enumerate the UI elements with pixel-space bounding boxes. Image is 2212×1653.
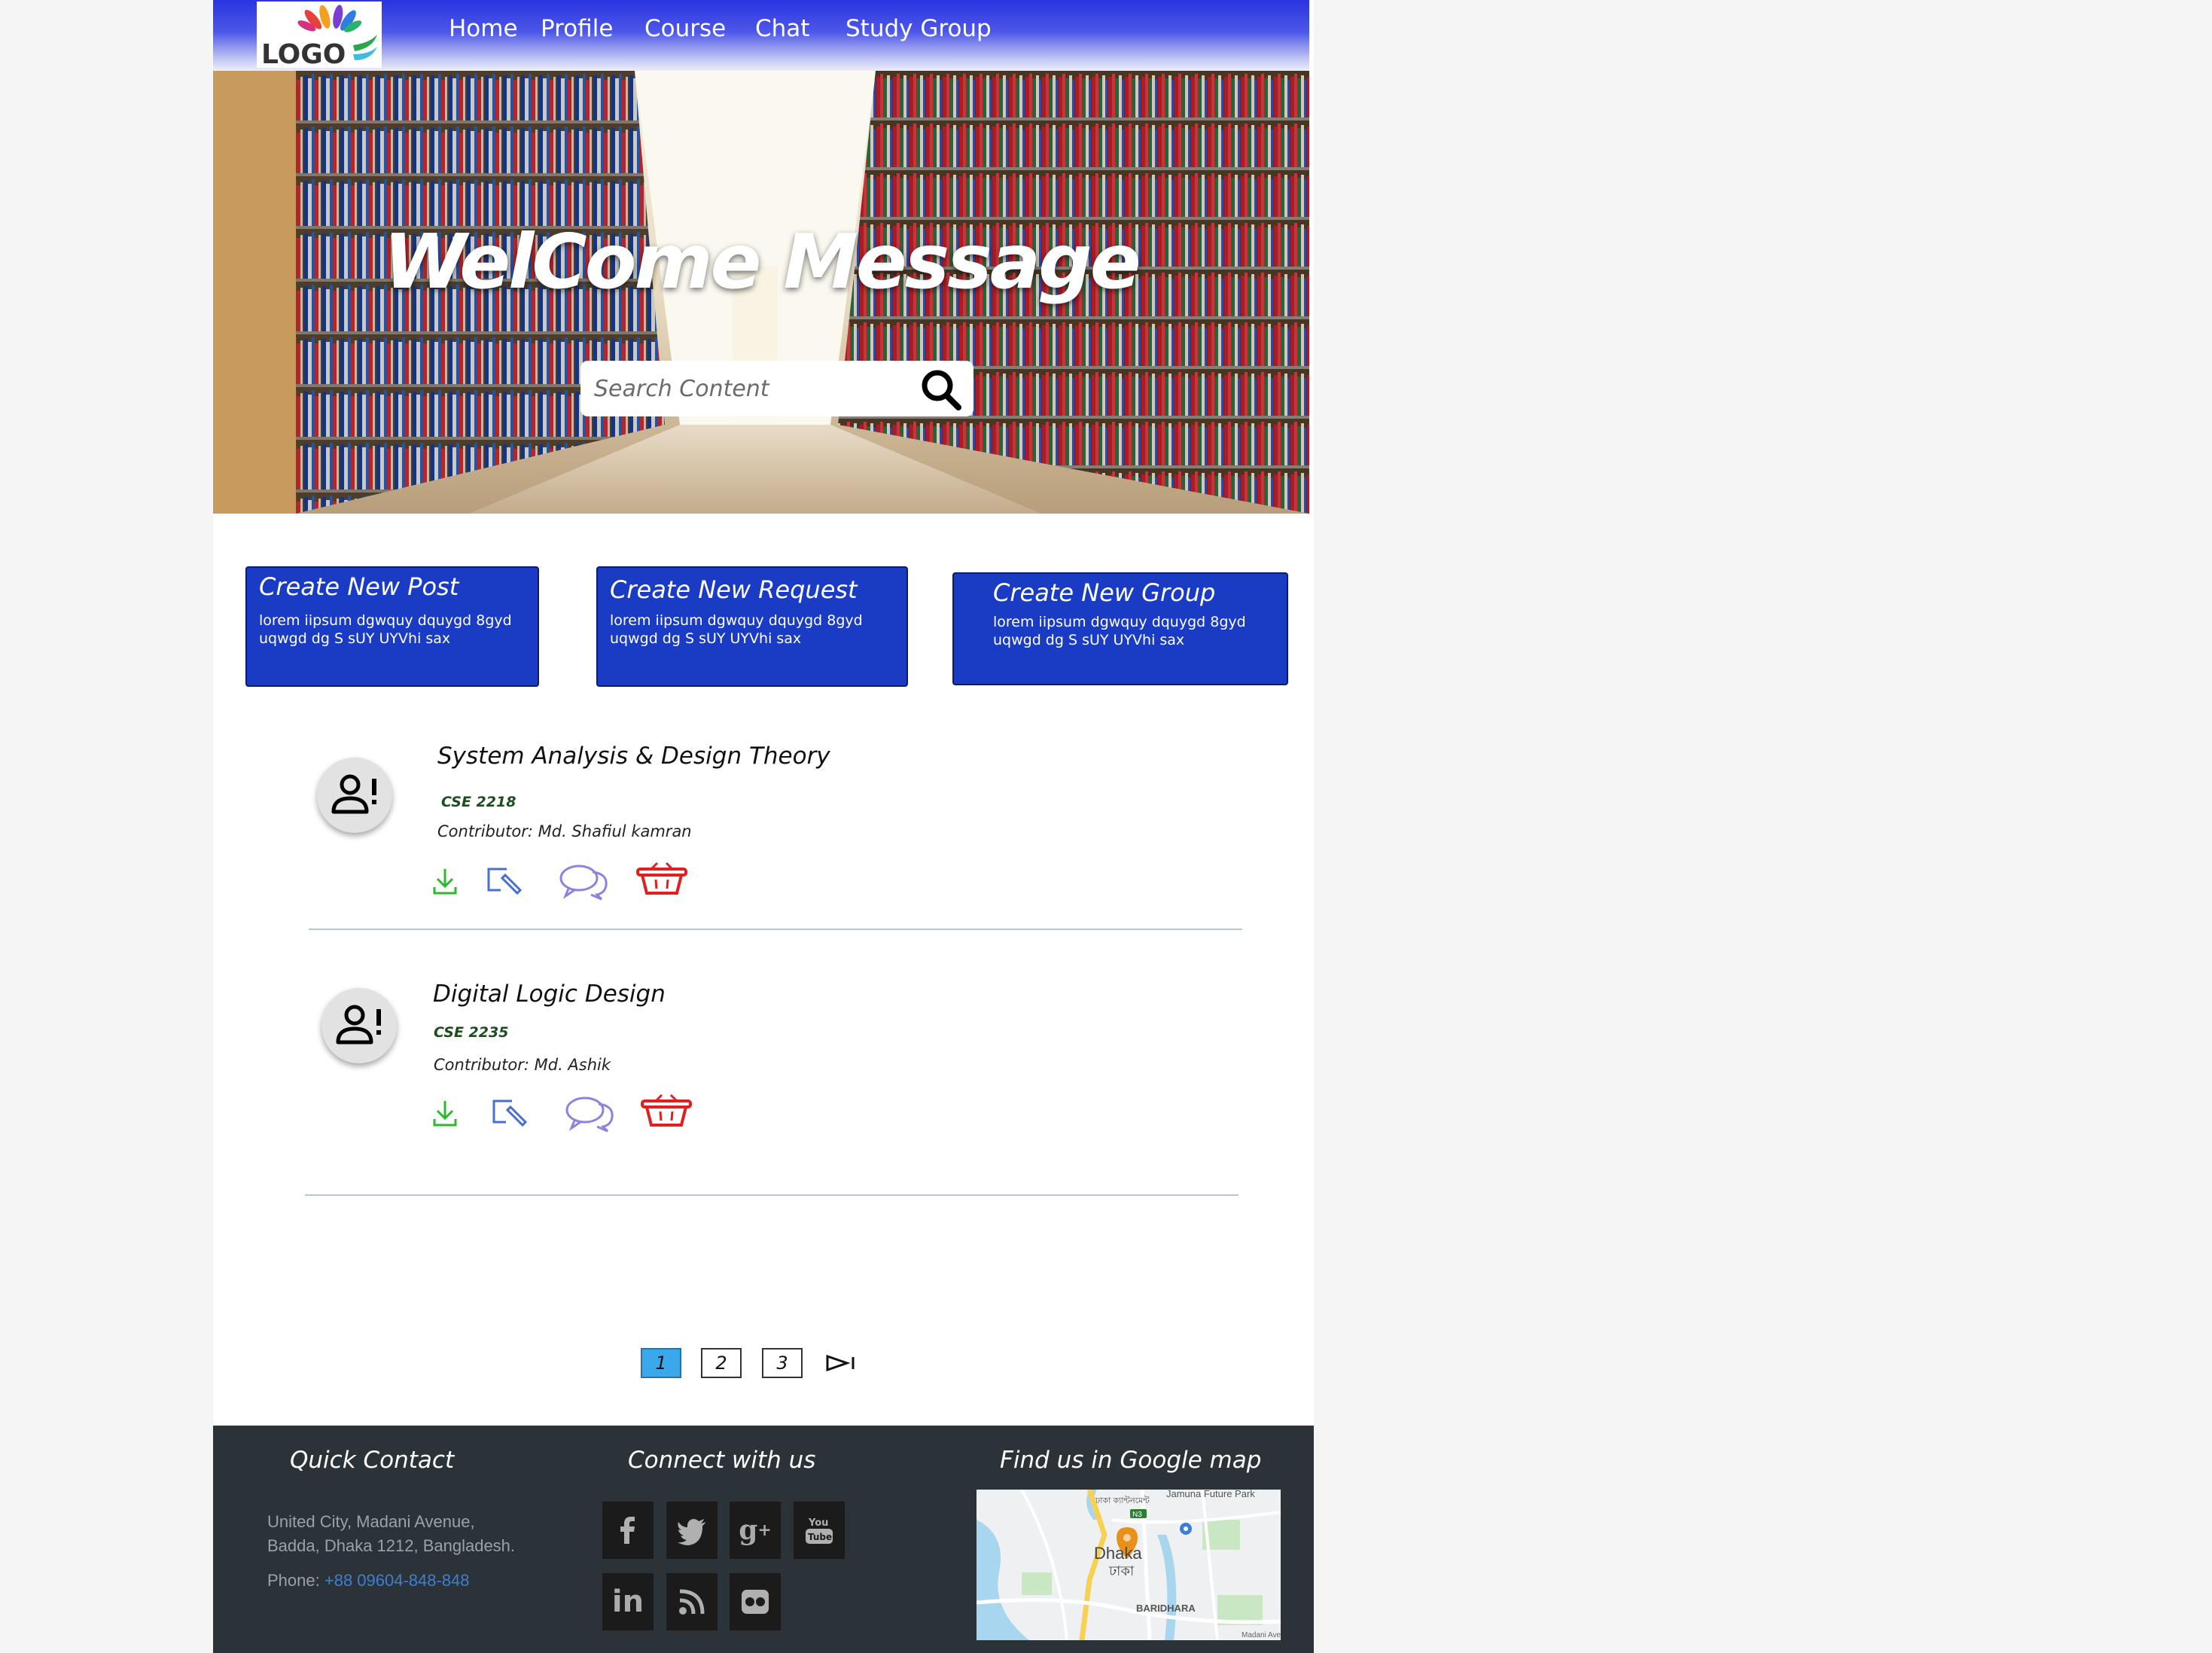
create-post-card[interactable]: Create New Post lorem iipsum dgwquy dquy… (245, 566, 539, 687)
basket-icon[interactable] (635, 862, 689, 896)
footer: Quick Contact United City, Madani Avenue… (213, 1426, 1314, 1653)
item-divider (309, 929, 1242, 930)
svg-text:ঢাকা ক্যান্টনমেন্ট: ঢাকা ক্যান্টনমেন্ট (1095, 1496, 1150, 1505)
nav-profile-link[interactable]: Profile (541, 15, 613, 42)
item-contributor: Contributor: Md. Shafiul kamran (437, 822, 692, 840)
google-plus-icon: g+ (739, 1514, 772, 1546)
search-button[interactable] (918, 367, 963, 410)
google-plus-button[interactable]: g+ (730, 1502, 781, 1559)
download-icon[interactable] (431, 1098, 459, 1128)
top-navbar: LOGO Home Profile Course Chat Study Grou… (213, 0, 1309, 71)
item-divider (305, 1194, 1239, 1196)
create-group-card[interactable]: Create New Group lorem iipsum dgwquy dqu… (952, 572, 1288, 685)
person-alert-icon (331, 774, 376, 814)
nav-chat-link[interactable]: Chat (755, 15, 809, 42)
page: LOGO Home Profile Course Chat Study Grou… (213, 0, 1314, 1653)
logo-text: LOGO (261, 39, 346, 68)
create-post-desc: lorem iipsum dgwquy dquygd 8gyd uqwgd dg… (259, 612, 512, 647)
google-map[interactable]: N3 ঢাকা ক্যান্টনমেন্ট Jamuna Future Park… (977, 1490, 1281, 1640)
phone-line: Phone: +88 09604-848-848 (267, 1569, 470, 1593)
comment-icon[interactable] (558, 862, 611, 901)
item-title[interactable]: Digital Logic Design (433, 981, 666, 1008)
create-group-desc: lorem iipsum dgwquy dquygd 8gyd uqwgd dg… (993, 614, 1246, 648)
logo[interactable]: LOGO (257, 2, 382, 68)
create-request-title: Create New Request (610, 575, 858, 604)
svg-text:Dhaka: Dhaka (1094, 1544, 1142, 1563)
search-input[interactable] (593, 367, 897, 410)
quick-contact-heading: Quick Contact (290, 1447, 455, 1474)
phone-link[interactable]: +88 09604-848-848 (324, 1571, 470, 1590)
flickr-icon (742, 1590, 769, 1614)
connect-heading: Connect with us (628, 1447, 816, 1474)
nav-study-group-link[interactable]: Study Group (845, 15, 992, 42)
item-title[interactable]: System Analysis & Design Theory (437, 743, 830, 770)
edit-icon[interactable] (484, 865, 525, 898)
item-course-code: CSE 2218 (441, 794, 516, 810)
create-request-card[interactable]: Create New Request lorem iipsum dgwquy d… (596, 566, 908, 687)
avatar (317, 758, 392, 833)
svg-text:BARIDHARA: BARIDHARA (1136, 1603, 1196, 1614)
linkedin-button[interactable]: in (602, 1573, 654, 1630)
edit-icon[interactable] (489, 1096, 530, 1130)
create-group-title: Create New Group (993, 578, 1216, 607)
phone-label: Phone: (267, 1571, 320, 1590)
rss-button[interactable] (666, 1573, 718, 1630)
rss-icon (679, 1589, 705, 1615)
twitter-icon (678, 1519, 705, 1545)
address-line-2: Badda, Dhaka 1212, Bangladesh. (267, 1536, 516, 1555)
map-image: N3 ঢাকা ক্যান্টনমেন্ট Jamuna Future Park… (977, 1490, 1281, 1640)
welcome-heading: WelCome Message (383, 218, 1141, 306)
search-bar (580, 361, 973, 416)
page-3-button[interactable]: 3 (762, 1348, 803, 1378)
item-contributor: Contributor: Md. Ashik (434, 1056, 611, 1074)
address-line-1: United City, Madani Avenue, (267, 1512, 475, 1531)
nav-home-link[interactable]: Home (449, 15, 518, 42)
nav-course-link[interactable]: Course (644, 15, 726, 42)
svg-text:Madani Ave: Madani Ave (1242, 1631, 1281, 1639)
twitter-button[interactable] (666, 1502, 718, 1559)
svg-text:ঢাকা: ঢাকা (1108, 1563, 1135, 1579)
youtube-button[interactable]: You Tube (794, 1502, 845, 1559)
create-post-title: Create New Post (259, 572, 459, 601)
facebook-button[interactable] (602, 1502, 654, 1559)
avatar (321, 988, 397, 1063)
item-course-code: CSE 2235 (434, 1024, 509, 1041)
last-page-icon[interactable] (824, 1352, 858, 1374)
person-alert-icon (336, 1005, 381, 1045)
comment-icon[interactable] (564, 1093, 617, 1133)
facebook-icon (620, 1517, 635, 1544)
download-icon[interactable] (431, 866, 459, 896)
page-2-button[interactable]: 2 (701, 1348, 742, 1378)
page-1-button[interactable]: 1 (641, 1348, 681, 1378)
youtube-icon: You Tube (806, 1517, 833, 1544)
linkedin-icon: in (611, 1584, 644, 1619)
map-heading: Find us in Google map (1000, 1447, 1262, 1474)
search-icon (922, 370, 961, 410)
basket-icon[interactable] (639, 1093, 693, 1128)
create-request-desc: lorem iipsum dgwquy dquygd 8gyd uqwgd dg… (610, 612, 863, 647)
svg-text:You: You (808, 1517, 828, 1529)
hero-banner: WelCome Message (213, 71, 1309, 514)
svg-text:Jamuna Future Park: Jamuna Future Park (1166, 1490, 1255, 1499)
svg-text:Tube: Tube (808, 1532, 832, 1542)
svg-text:N3: N3 (1132, 1511, 1142, 1519)
flickr-button[interactable] (730, 1573, 781, 1630)
logo-petals-icon: LOGO (261, 5, 377, 68)
